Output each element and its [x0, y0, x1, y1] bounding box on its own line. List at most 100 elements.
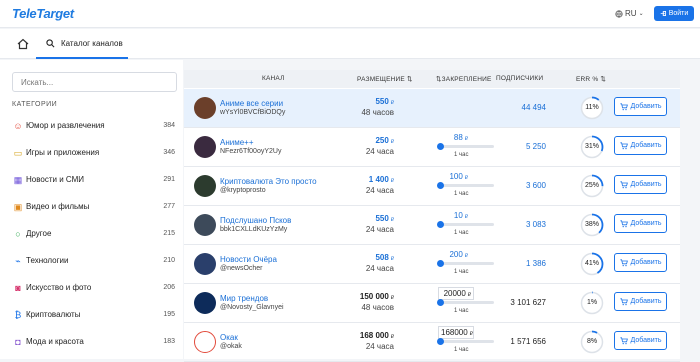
header-pin[interactable]: ⇅ЗАКРЕПЛЕНИЕ: [436, 75, 492, 83]
sidebar-category[interactable]: ☺ Юмор и развлечения 384: [0, 112, 183, 139]
category-count: 206: [163, 284, 175, 291]
home-icon[interactable]: [16, 37, 30, 51]
channel-avatar[interactable]: [194, 292, 216, 314]
subscribers-count: 3 101 627: [510, 298, 546, 307]
add-button[interactable]: Добавить: [614, 253, 667, 272]
channel-name[interactable]: Новости Очёра: [220, 255, 277, 264]
pin-track[interactable]: [437, 260, 494, 267]
channel-avatar[interactable]: [194, 136, 216, 158]
channel-handle: @Novosty_Glavnyei: [220, 304, 284, 311]
channel-name[interactable]: Аниме все серии: [220, 99, 283, 108]
channel-avatar[interactable]: [194, 331, 216, 353]
add-button[interactable]: Добавить: [614, 175, 667, 194]
ruble-icon: ₽: [390, 256, 394, 262]
bag-icon: ◘: [15, 336, 21, 347]
channel-name[interactable]: Аниме++: [220, 138, 254, 147]
pin-price: 10 ₽: [453, 211, 468, 220]
header-placement[interactable]: РАЗМЕЩЕНИЕ ⇅: [357, 75, 413, 83]
pin-track[interactable]: [437, 338, 494, 345]
channel-handle: bbk1CXLLdKUzYzMy: [220, 226, 288, 233]
slider-handle[interactable]: [437, 221, 444, 228]
pin-track[interactable]: [437, 182, 494, 189]
pin-price: 88 ₽: [453, 133, 468, 142]
add-button[interactable]: Добавить: [614, 292, 667, 311]
placement-price: 508 ₽: [375, 253, 394, 262]
logo[interactable]: TeleTarget: [12, 6, 74, 21]
sidebar-category[interactable]: ▦ Новости и СМИ 291: [0, 166, 183, 193]
channel-avatar[interactable]: [194, 97, 216, 119]
sidebar-category[interactable]: ₿ Криптовалюты 195: [0, 301, 183, 328]
err-value: 41%: [584, 260, 599, 267]
add-button-label: Добавить: [630, 220, 662, 227]
channel-name[interactable]: Криптовалюта Это просто: [220, 177, 317, 186]
add-button[interactable]: Добавить: [614, 136, 667, 155]
top-bar: TeleTarget RU ⌄ Войти: [0, 0, 700, 28]
err-value: 38%: [584, 221, 599, 228]
channel-avatar[interactable]: [194, 253, 216, 275]
slider-handle[interactable]: [437, 338, 444, 345]
channel-avatar[interactable]: [194, 214, 216, 236]
err-value: 11%: [585, 104, 599, 111]
header-subscribers[interactable]: ПОДПИСЧИКИ: [496, 75, 543, 82]
ruble-icon: ₽: [390, 295, 394, 301]
category-count: 291: [163, 176, 175, 183]
category-count: 384: [163, 122, 175, 129]
sidebar-category[interactable]: ◘ Мода и красота 183: [0, 328, 183, 355]
add-button-label: Добавить: [630, 337, 662, 344]
category-count: 210: [163, 257, 175, 264]
category-count: 346: [163, 149, 175, 156]
film-icon: ▣: [13, 201, 23, 212]
slider-handle[interactable]: [437, 143, 444, 150]
table-header: КАНАЛ РАЗМЕЩЕНИЕ ⇅ ⇅ЗАКРЕПЛЕНИЕ ПОДПИСЧИ…: [184, 70, 680, 88]
add-button[interactable]: Добавить: [614, 331, 667, 350]
slider-handle[interactable]: [437, 299, 444, 306]
sidebar-category[interactable]: ○ Другое 215: [0, 220, 183, 247]
pin-period: 1 час: [454, 269, 469, 275]
sidebar-category[interactable]: ▣ Видео и фильмы 277: [0, 193, 183, 220]
channel-name[interactable]: Подслушано Псков: [220, 216, 291, 225]
tab-channel-catalog[interactable]: Каталог каналов: [36, 29, 128, 59]
ruble-icon: ₽: [390, 334, 394, 340]
add-button-label: Добавить: [630, 142, 662, 149]
sidebar-category[interactable]: ▭ Игры и приложения 346: [0, 139, 183, 166]
pin-track[interactable]: [437, 299, 494, 306]
placement-price: 1 400 ₽: [368, 175, 394, 184]
add-button[interactable]: Добавить: [614, 214, 667, 233]
sidebar: КАТЕГОРИИ ☺Юмор и развлечения 384 ▭Игры и …: [0, 60, 183, 359]
placement-period: 24 часа: [365, 225, 394, 234]
subscribers-count: 1 571 656: [510, 337, 546, 346]
cart-icon: [619, 297, 628, 305]
login-icon: [660, 10, 666, 17]
channel-name[interactable]: Мир трендов: [220, 294, 268, 303]
ruble-icon: ₽: [390, 178, 394, 184]
header-err[interactable]: ERR % ⇅: [576, 75, 606, 83]
channel-handle: @okak: [220, 343, 242, 350]
sidebar-category[interactable]: ◙ Искусство и фото 206: [0, 274, 183, 301]
pin-track[interactable]: [437, 143, 494, 150]
subscribers-count: 1 386: [525, 259, 546, 268]
language-selector[interactable]: RU ⌄: [615, 9, 644, 18]
slider-handle[interactable]: [437, 260, 444, 267]
sidebar-category[interactable]: ⌁ Технологии 210: [0, 247, 183, 274]
add-button-label: Добавить: [630, 259, 662, 266]
channel-avatar[interactable]: [194, 175, 216, 197]
search-input[interactable]: [12, 72, 177, 92]
placement-price: 168 000 ₽: [359, 331, 394, 340]
search-icon: [46, 38, 55, 47]
err-value: 8%: [586, 338, 598, 345]
category-count: 277: [163, 203, 175, 210]
add-button[interactable]: Добавить: [614, 97, 667, 116]
err-value: 31%: [584, 143, 599, 150]
chevron-down-icon: ⌄: [638, 11, 644, 17]
channel-name[interactable]: Окак: [220, 333, 238, 342]
table-row: Мир трендов @Novosty_Glavnyei 150 000 ₽ 48 ч…: [184, 284, 680, 323]
pin-track[interactable]: [437, 221, 494, 228]
err-value: 25%: [584, 182, 599, 189]
ruble-icon: ₽: [390, 217, 394, 223]
category-label: Видео и фильмы: [26, 202, 90, 211]
login-button[interactable]: Войти: [654, 6, 694, 21]
channel-handle: @kryptoprosto: [220, 187, 266, 194]
table-row: Окак @okak 168 000 ₽ 24 часа 168000 ₽ 1 час 1 57…: [184, 323, 680, 362]
antenna-icon: ⌁: [15, 255, 21, 266]
slider-handle[interactable]: [437, 182, 444, 189]
